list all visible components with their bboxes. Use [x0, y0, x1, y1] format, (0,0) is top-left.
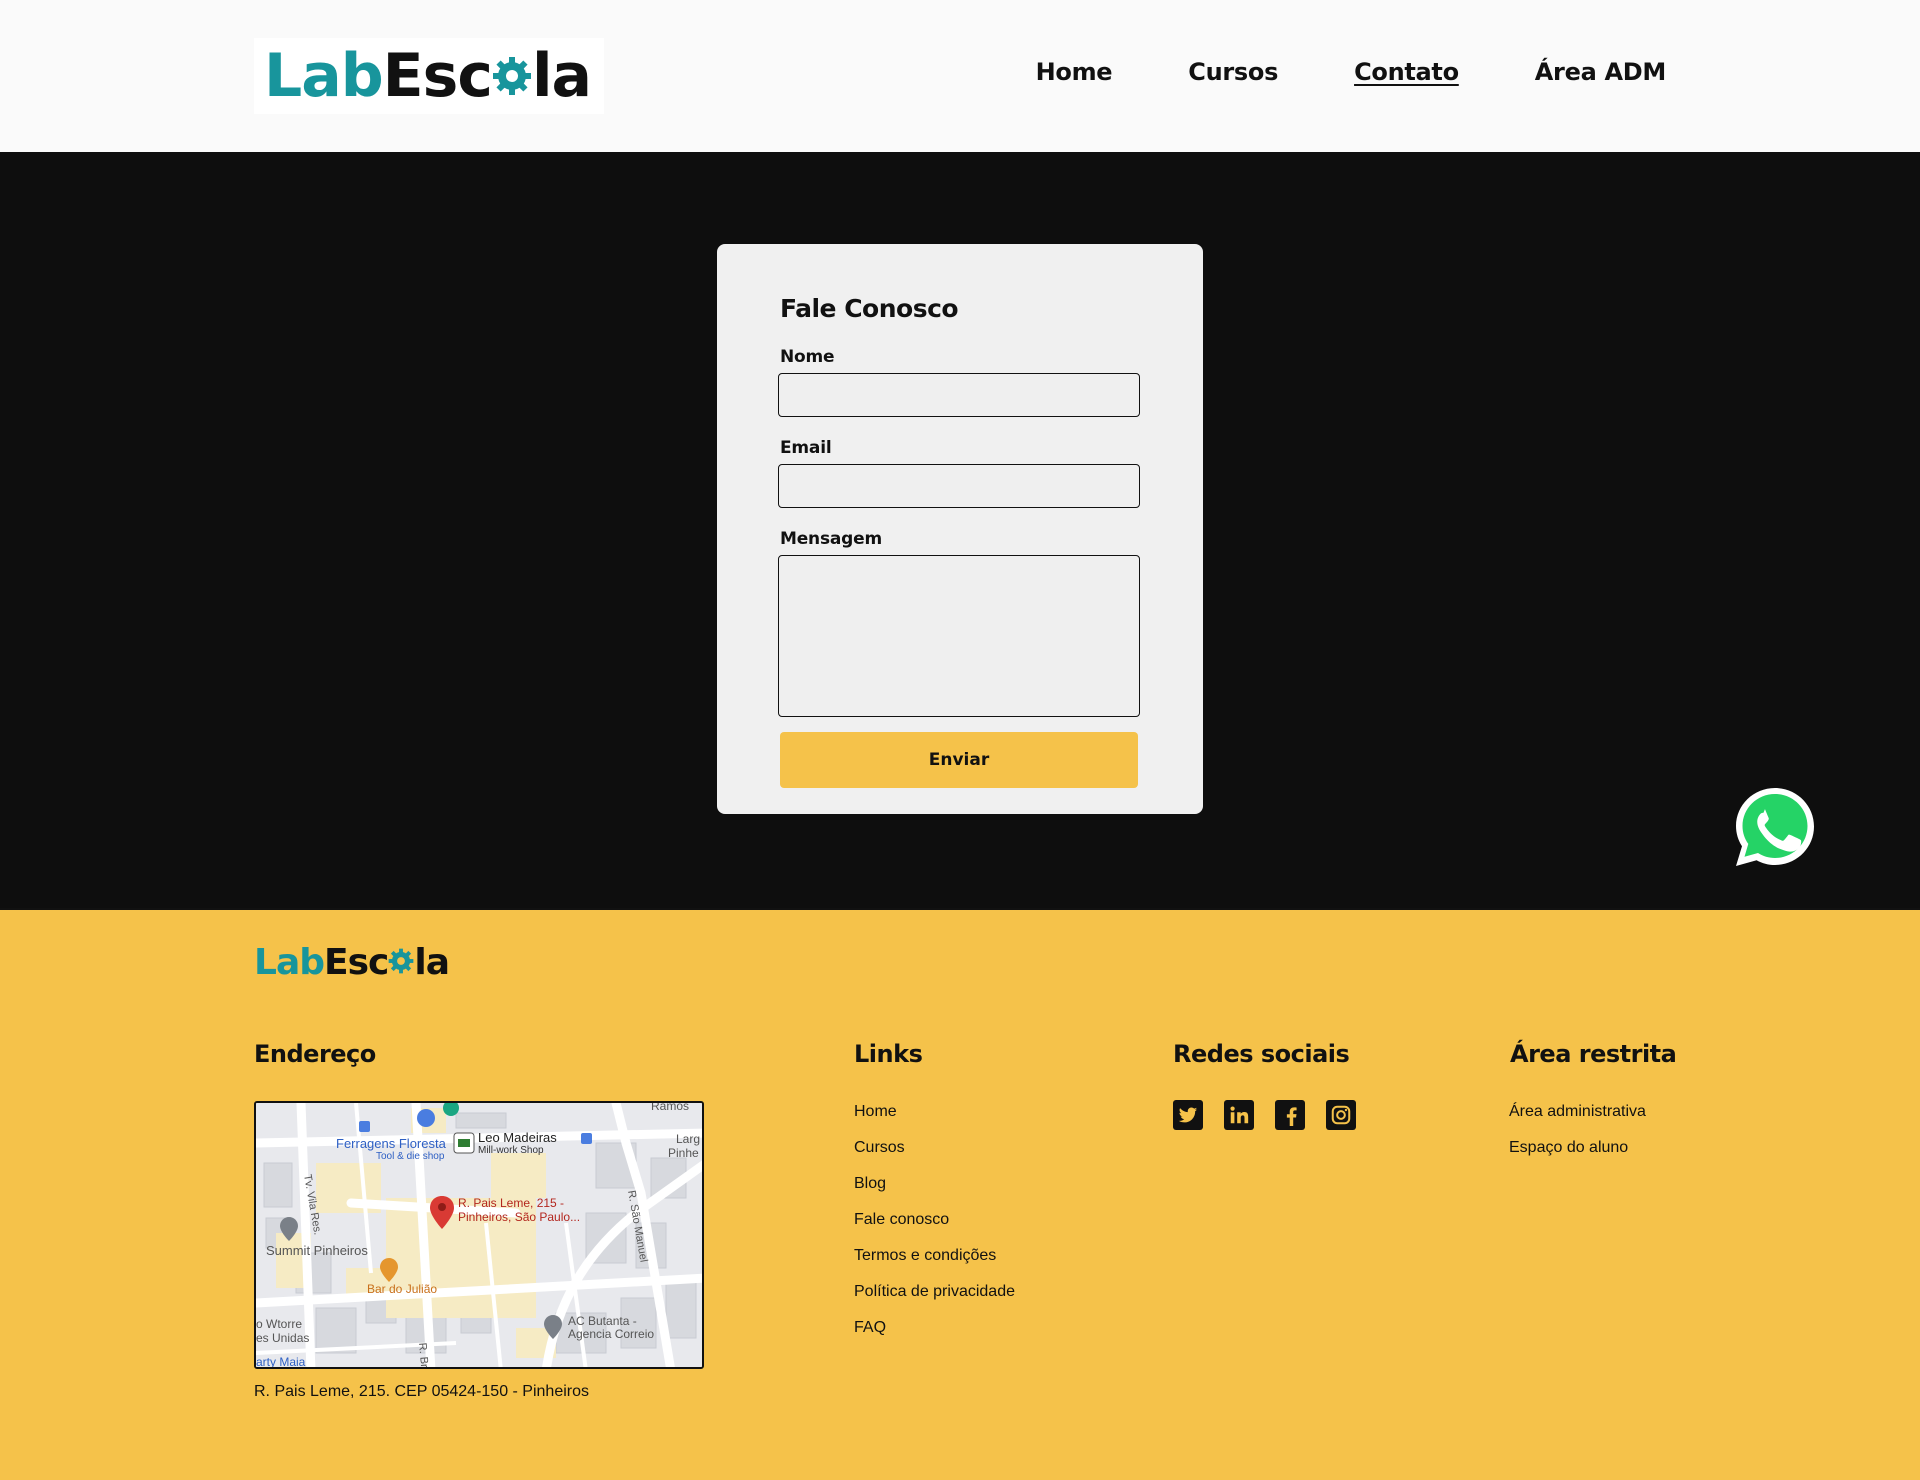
links-title: Links: [854, 1040, 923, 1068]
email-label: Email: [780, 438, 832, 458]
facebook-icon[interactable]: [1275, 1100, 1305, 1130]
gear-icon: [388, 942, 414, 983]
contact-section: Fale Conosco Nome Email Mensagem Enviar: [0, 152, 1920, 908]
svg-text:R. Br: R. Br: [416, 1342, 430, 1368]
restricted-links-list: Área administrativa Espaço do aluno: [1509, 1102, 1646, 1174]
contact-form: Fale Conosco Nome Email Mensagem Enviar: [717, 244, 1203, 814]
footer-link-blog[interactable]: Blog: [854, 1174, 1015, 1210]
logo-text-lab: Lab: [254, 942, 325, 983]
logo-text-lab: Lab: [264, 41, 384, 111]
whatsapp-icon[interactable]: [1732, 784, 1818, 870]
link-area-administrativa[interactable]: Área administrativa: [1509, 1102, 1646, 1138]
nav-area-adm[interactable]: Área ADM: [1535, 58, 1667, 86]
svg-text:Ramos: Ramos: [651, 1103, 689, 1113]
svg-text:Pinheiros, São Paulo...: Pinheiros, São Paulo...: [458, 1210, 580, 1224]
svg-text:Tool & die shop: Tool & die shop: [376, 1151, 445, 1162]
message-textarea[interactable]: [778, 555, 1140, 717]
svg-text:Larg: Larg: [676, 1132, 700, 1146]
logo-wordmark: Lab Esc la: [254, 942, 450, 983]
svg-text:Leo Madeiras: Leo Madeiras: [478, 1130, 557, 1145]
location-map[interactable]: Ramos Ferragens Floresta Tool & die shop…: [254, 1101, 704, 1369]
address-text: R. Pais Leme, 215. CEP 05424-150 - Pinhe…: [254, 1383, 590, 1400]
link-espaco-aluno[interactable]: Espaço do aluno: [1509, 1138, 1646, 1174]
footer-link-cursos[interactable]: Cursos: [854, 1138, 1015, 1174]
form-title: Fale Conosco: [780, 294, 959, 323]
linkedin-icon[interactable]: [1224, 1100, 1254, 1130]
logo-text-la: la: [531, 41, 592, 111]
logo-text-esc: Esc: [324, 942, 389, 983]
main-nav: Home Cursos Contato Área ADM: [1036, 58, 1667, 86]
nav-home[interactable]: Home: [1036, 58, 1113, 86]
svg-text:Ferragens Floresta: Ferragens Floresta: [336, 1136, 447, 1151]
submit-button[interactable]: Enviar: [780, 732, 1138, 788]
restricted-title: Área restrita: [1510, 1040, 1677, 1068]
social-icons: [1173, 1100, 1356, 1130]
footer-logo[interactable]: Lab Esc la: [254, 942, 450, 983]
svg-text:Mill-work Shop: Mill-work Shop: [478, 1145, 544, 1156]
svg-text:o Wtorre: o Wtorre: [256, 1317, 302, 1331]
footer-link-privacidade[interactable]: Política de privacidade: [854, 1282, 1015, 1318]
footer-link-fale-conosco[interactable]: Fale conosco: [854, 1210, 1015, 1246]
svg-text:Agencia Correio: Agencia Correio: [568, 1327, 654, 1341]
header-logo[interactable]: Lab Esc la: [254, 38, 604, 114]
nav-cursos[interactable]: Cursos: [1188, 58, 1278, 86]
twitter-icon[interactable]: [1173, 1100, 1203, 1130]
footer-links-list: Home Cursos Blog Fale conosco Termos e c…: [854, 1102, 1015, 1354]
svg-text:R. Pais Leme, 215 -: R. Pais Leme, 215 -: [458, 1196, 564, 1210]
nav-contato[interactable]: Contato: [1354, 58, 1459, 86]
social-title: Redes sociais: [1173, 1040, 1350, 1068]
footer-link-faq[interactable]: FAQ: [854, 1318, 1015, 1354]
footer-link-home[interactable]: Home: [854, 1102, 1015, 1138]
gear-icon: [492, 41, 532, 111]
address-title: Endereço: [254, 1040, 376, 1068]
logo-text-esc: Esc: [382, 41, 493, 111]
svg-text:arty Maia: arty Maia: [256, 1355, 306, 1369]
site-header: Lab Esc la Home Cursos Contato Área ADM: [0, 0, 1920, 152]
svg-text:AC Butanta -: AC Butanta -: [568, 1314, 637, 1328]
logo-wordmark: Lab Esc la: [264, 41, 592, 111]
logo-text-la: la: [414, 942, 450, 983]
svg-text:Bar do Julião: Bar do Julião: [367, 1282, 437, 1296]
svg-text:es Unidas: es Unidas: [256, 1331, 309, 1345]
email-input[interactable]: [778, 464, 1140, 508]
message-label: Mensagem: [780, 529, 882, 549]
footer-link-termos[interactable]: Termos e condições: [854, 1246, 1015, 1282]
name-label: Nome: [780, 347, 835, 367]
svg-text:Summit Pinheiros: Summit Pinheiros: [266, 1243, 368, 1258]
svg-text:Pinhe: Pinhe: [668, 1146, 699, 1160]
instagram-icon[interactable]: [1326, 1100, 1356, 1130]
name-input[interactable]: [778, 373, 1140, 417]
site-footer: Lab Esc la Endereço Ramos Ferragens Flor…: [0, 908, 1920, 1480]
